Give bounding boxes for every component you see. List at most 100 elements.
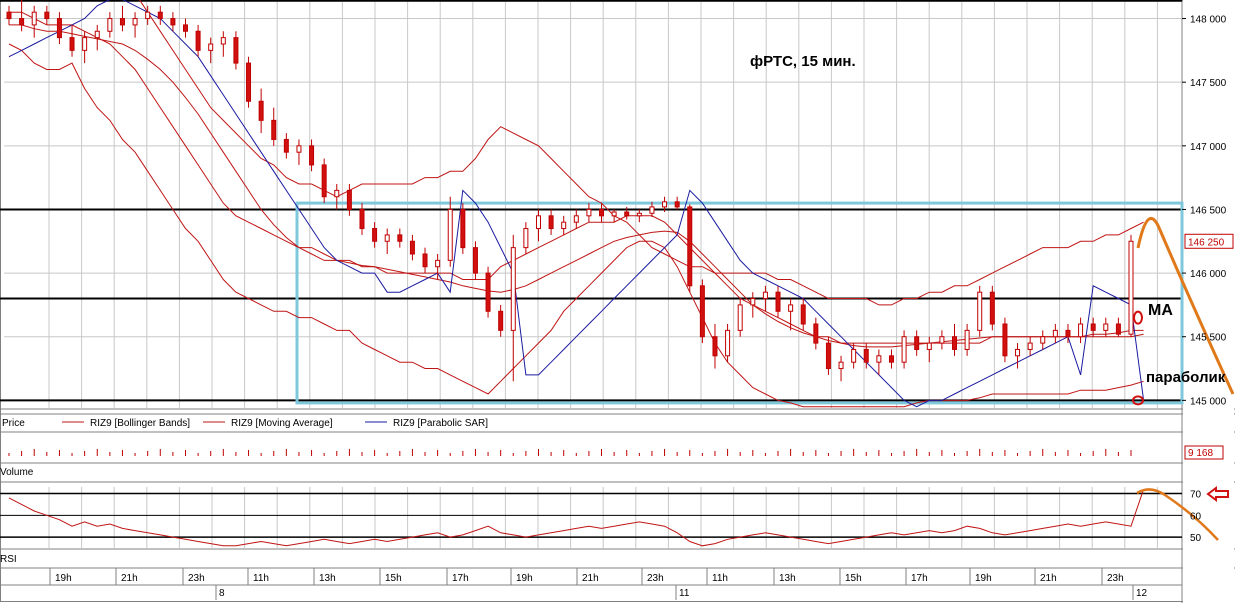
candle-body	[1078, 323, 1084, 338]
hour-label: 19h	[516, 573, 533, 584]
hour-label: 15h	[845, 573, 862, 584]
legend-parabolic-sar: RIZ9 [Parabolic SAR]	[393, 418, 488, 429]
candle-body	[384, 234, 390, 242]
candle-body	[321, 164, 327, 198]
candle-body	[1128, 240, 1134, 335]
candle-body	[750, 298, 756, 306]
candle-body	[182, 24, 188, 32]
chart-canvas: 145 000 145 500 146 000 146 500 147 000 147 5…	[0, 0, 1235, 603]
volume-last-value: 9 168	[1188, 448, 1213, 459]
hour-label: 15h	[385, 573, 402, 584]
candle-body	[233, 37, 239, 64]
candle-body	[1002, 323, 1008, 357]
ma-annotation: MA	[1148, 302, 1173, 319]
price-tick-label: 147 500	[1190, 78, 1227, 89]
candle-body	[636, 212, 642, 217]
price-tick-label: 148 000	[1190, 15, 1227, 26]
candle-body	[851, 348, 857, 363]
candle-body	[1040, 336, 1046, 344]
candle-body	[624, 211, 630, 217]
candle-body	[699, 285, 705, 338]
volume-panel-label: Volume	[0, 467, 34, 478]
legend-moving-average: RIZ9 [Moving Average]	[231, 418, 333, 429]
candle-body	[926, 342, 932, 350]
candle-body	[561, 221, 567, 230]
candle-body	[737, 304, 743, 331]
legend-bollinger: RIZ9 [Bollinger Bands]	[90, 418, 190, 429]
price-tick-label: 146 500	[1190, 205, 1227, 216]
candle-body	[220, 37, 226, 45]
candle-body	[472, 247, 478, 274]
hour-label: 11h	[253, 573, 269, 584]
candle-body	[674, 201, 680, 208]
candle-body	[535, 215, 541, 230]
day-label: 12	[1136, 588, 1148, 599]
candle-body	[838, 361, 844, 370]
hour-label: 23h	[647, 573, 664, 584]
candle-body	[863, 348, 869, 363]
candle-body	[825, 342, 831, 370]
rsi-panel-label: RSI	[0, 554, 17, 565]
candle-body	[94, 30, 100, 39]
candle-body	[649, 206, 655, 214]
candle-body	[788, 304, 794, 312]
hour-label: 21h	[1040, 573, 1057, 584]
candle-body	[586, 208, 592, 217]
candle-body	[208, 43, 214, 51]
candle-body	[914, 336, 920, 350]
candle-body	[964, 329, 970, 350]
candle-body	[56, 18, 62, 39]
candle-body	[145, 11, 151, 20]
candle-body	[1103, 323, 1109, 331]
day-label: 8	[219, 588, 225, 599]
candle-body	[409, 240, 415, 255]
candle-body	[939, 336, 945, 344]
candle-body	[31, 11, 37, 26]
candle-body	[611, 211, 617, 217]
candle-body	[157, 11, 163, 20]
price-tick-label: 145 500	[1190, 333, 1227, 344]
candle-body	[1090, 323, 1096, 331]
candle-body	[888, 355, 894, 363]
price-tick-label: 145 000	[1190, 396, 1227, 407]
candle-body	[952, 336, 958, 350]
candle-body	[725, 329, 731, 357]
candle-body	[1065, 329, 1071, 338]
candle-body	[422, 253, 428, 268]
candle-body	[599, 208, 605, 217]
rsi-tick-label: 50	[1190, 533, 1202, 544]
legend-price: Price	[2, 418, 25, 429]
hour-label: 23h	[1107, 573, 1124, 584]
candle-body	[687, 206, 693, 287]
rsi-tick-label: 70	[1190, 490, 1202, 501]
candle-body	[460, 208, 466, 249]
hour-label: 21h	[582, 573, 599, 584]
rsi-tick-label: 60	[1190, 511, 1202, 522]
candle-body	[775, 291, 781, 312]
candle-body	[977, 291, 983, 331]
hour-label: 13h	[779, 573, 796, 584]
candle-body	[119, 18, 125, 26]
day-label: 11	[679, 588, 690, 599]
candle-body	[19, 18, 25, 26]
candle-body	[548, 215, 554, 230]
candle-body	[334, 189, 340, 198]
hour-label: 17h	[452, 573, 469, 584]
sar-annotation: параболик	[1146, 369, 1226, 386]
candle-body	[989, 291, 995, 325]
candle-body	[283, 138, 289, 153]
candle-body	[813, 323, 819, 344]
candle-body	[435, 259, 441, 268]
candle-body	[132, 18, 138, 26]
candle-body	[1027, 342, 1033, 350]
candle-body	[195, 30, 201, 51]
candle-body	[800, 304, 806, 325]
candle-body	[346, 189, 352, 210]
candle-body	[246, 62, 252, 102]
candle-body	[397, 234, 403, 242]
hour-label: 21h	[121, 573, 138, 584]
candle-body	[309, 145, 315, 166]
candle-body	[510, 247, 516, 331]
candle-body	[271, 119, 277, 140]
chart-title: фРТС, 15 мин.	[750, 53, 856, 70]
